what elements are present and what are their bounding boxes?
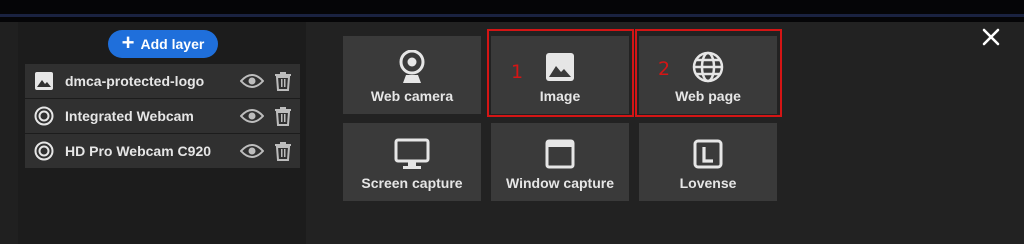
eye-icon[interactable] [240, 108, 264, 124]
add-layer-button[interactable]: + Add layer [108, 30, 218, 58]
background-glow [0, 14, 1024, 17]
webcam-ring-icon [33, 105, 55, 127]
layer-actions [240, 106, 292, 126]
trash-icon[interactable] [274, 71, 292, 91]
layer-actions [240, 141, 292, 161]
background-app-bar [0, 0, 1024, 22]
layer-label: HD Pro Webcam C920 [65, 143, 212, 159]
source-tile-lovense[interactable]: Lovense [639, 123, 777, 201]
trash-icon[interactable] [274, 141, 292, 161]
lovense-icon [693, 137, 723, 171]
layer-list: dmca-protected-logo Integrated Webcam HD… [25, 64, 300, 169]
layers-panel: + Add layer dmca-protected-logo Integrat… [18, 22, 306, 244]
highlight-box [487, 29, 634, 117]
add-layer-dialog: + Add layer dmca-protected-logo Integrat… [18, 22, 1024, 244]
add-layer-label: Add layer [140, 36, 205, 52]
tile-label: Screen capture [361, 175, 463, 191]
webcam-icon [397, 50, 427, 84]
layer-actions [240, 71, 292, 91]
layer-label: dmca-protected-logo [65, 73, 205, 89]
source-tile-window-capture[interactable]: Window capture [491, 123, 629, 201]
webcam-ring-icon [33, 140, 55, 162]
trash-icon[interactable] [274, 106, 292, 126]
layer-label: Integrated Webcam [65, 108, 194, 124]
annotation-number: 2 [658, 58, 671, 80]
plus-icon: + [121, 30, 135, 55]
eye-icon[interactable] [240, 143, 264, 159]
layer-item[interactable]: HD Pro Webcam C920 [25, 134, 300, 168]
tile-label: Web camera [370, 88, 454, 104]
image-icon [33, 70, 55, 92]
tile-label: Window capture [506, 175, 614, 191]
eye-icon[interactable] [240, 73, 264, 89]
layer-item[interactable]: Integrated Webcam [25, 99, 300, 133]
annotation-number: 1 [511, 61, 524, 83]
tile-label: Lovense [679, 175, 737, 191]
layer-item[interactable]: dmca-protected-logo [25, 64, 300, 98]
source-tile-screen-capture[interactable]: Screen capture [343, 123, 481, 201]
monitor-icon [394, 137, 430, 171]
window-icon [545, 137, 575, 171]
close-icon[interactable] [980, 26, 1002, 48]
source-tile-web-camera[interactable]: Web camera [343, 36, 481, 114]
